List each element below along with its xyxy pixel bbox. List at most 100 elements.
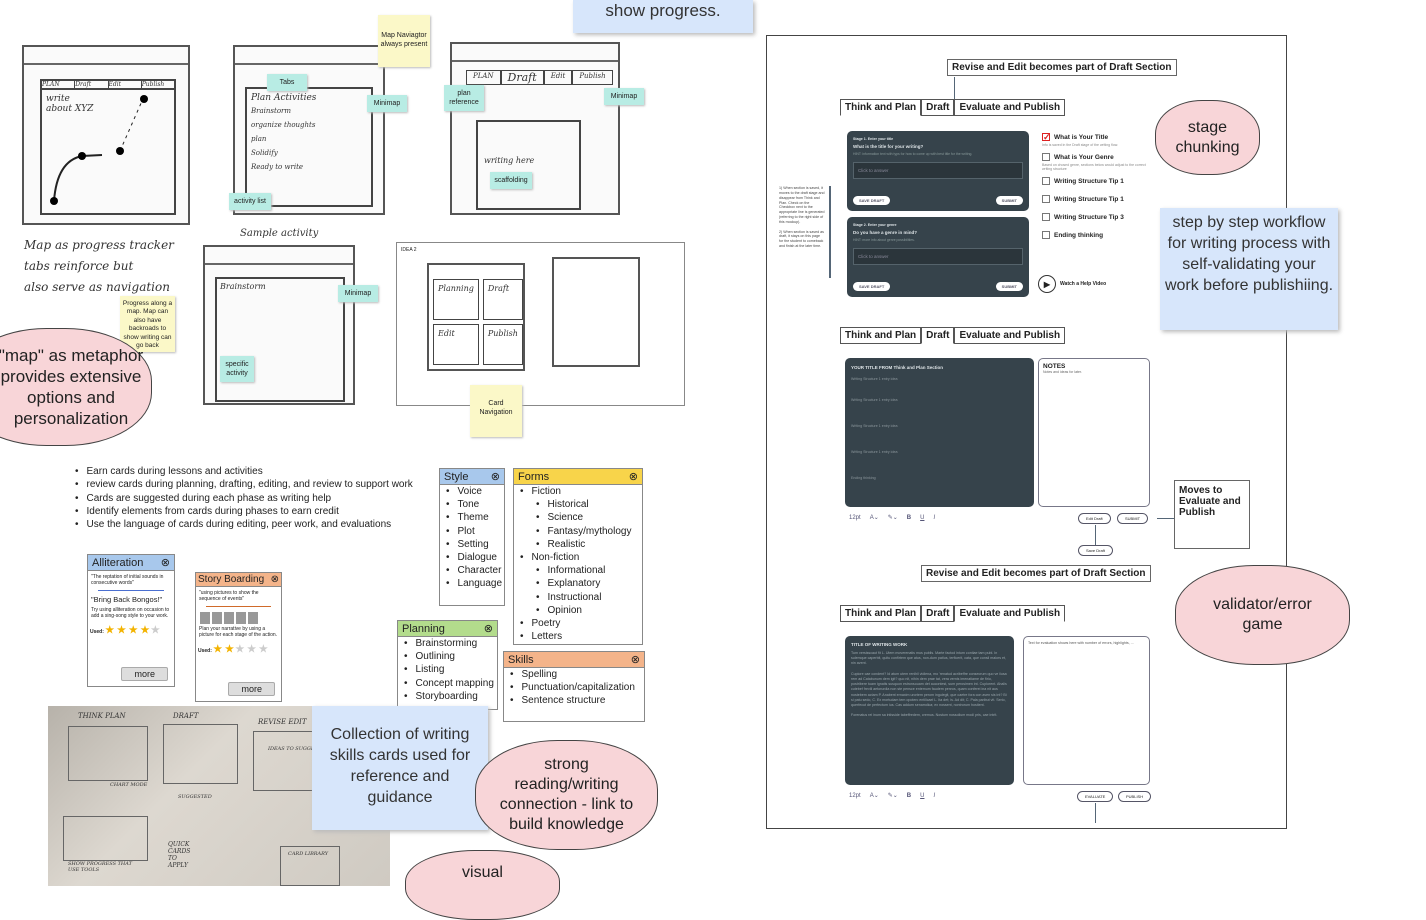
work-title: TITLE OF WRITING WORK xyxy=(851,642,908,647)
checklist-item[interactable]: Ending thinking xyxy=(1042,231,1152,249)
skills-card[interactable]: Skills ⊗ SpellingPunctuation/capitalizati… xyxy=(503,651,645,722)
edit-draft-button[interactable]: Edit Draft xyxy=(1078,513,1111,524)
draft-entry: Writing Structure 1 entry idea xyxy=(851,398,898,402)
notes-panel[interactable]: NOTES Notes and ideas for later. xyxy=(1038,358,1150,507)
card-bullets: Earn cards during lessons and activities… xyxy=(75,465,413,531)
card-definition: "The reptation of initial sounds in cons… xyxy=(91,574,164,586)
sketch-tab: Publish xyxy=(572,70,613,85)
planning-card[interactable]: Planning ⊗ BrainstormingOutliningListingC… xyxy=(397,620,498,710)
highlight-icon[interactable]: ✎⌄ xyxy=(888,514,898,521)
checkbox[interactable] xyxy=(1042,213,1050,221)
publish-button[interactable]: PUBLISH xyxy=(1118,791,1152,802)
card-list-item: Plot xyxy=(440,525,504,538)
style-card[interactable]: Style ⊗ VoiceToneThemePlotSettingDialogue… xyxy=(439,468,505,606)
tab-draft[interactable]: Draft xyxy=(921,327,955,344)
idea2-label: IDEA 2 xyxy=(401,247,417,253)
checkbox[interactable] xyxy=(1042,177,1050,185)
checklist-label: What is Your Genre xyxy=(1054,153,1114,161)
specific-activity-note: specific activity xyxy=(220,356,254,383)
submit-button[interactable]: SUBMIT xyxy=(1117,513,1149,524)
idea2-card: Planning xyxy=(433,279,479,320)
card-list-item: Science xyxy=(514,511,642,524)
checkbox[interactable] xyxy=(1042,231,1050,239)
text-color-icon[interactable]: A⌄ xyxy=(870,514,879,521)
card-list-item: Brainstorming xyxy=(398,637,497,650)
save-draft-button[interactable]: SAVE DRAFT xyxy=(853,282,891,291)
handwriting-line: Map as progress tracker xyxy=(24,238,174,252)
tab-think-and-plan[interactable]: Think and Plan xyxy=(840,327,922,344)
underline-icon[interactable]: U xyxy=(920,515,924,521)
compass-icon: ⊗ xyxy=(270,574,279,585)
forms-list: FictionHistoricalScienceFantasy/mytholog… xyxy=(514,485,642,643)
checkbox[interactable]: ✓ xyxy=(1042,133,1051,142)
save-draft-button[interactable]: SAVE DRAFT xyxy=(853,196,891,205)
card-tip: Plan your narrative by using a picture f… xyxy=(199,626,278,638)
bold-icon[interactable]: B xyxy=(907,515,911,521)
font-size-select[interactable]: 12pt xyxy=(849,793,861,799)
tab-evaluate-and-publish[interactable]: Evaluate and Publish xyxy=(954,327,1066,344)
sketch-plan-activities: Plan Activities Brainstorm organize thou… xyxy=(233,45,385,215)
tab-evaluate-and-publish[interactable]: Evaluate and Publish xyxy=(954,605,1066,622)
map-path-icon xyxy=(50,95,148,205)
photo-label: REVISE EDIT xyxy=(258,718,307,726)
format-toolbar: 12pt A⌄ ✎⌄ B U I xyxy=(849,792,935,800)
sketch-title: Brainstorm xyxy=(215,277,345,402)
highlight-icon[interactable]: ✎⌄ xyxy=(888,792,898,799)
checklist-item[interactable]: Writing Structure Tip 1 xyxy=(1042,177,1152,195)
checkbox[interactable] xyxy=(1042,153,1050,161)
more-button[interactable]: more xyxy=(228,682,275,696)
validator-cloud: validator/error game xyxy=(1175,565,1350,665)
scaffolding-note: scaffolding xyxy=(490,172,532,190)
submit-button[interactable]: SUBMIT xyxy=(995,282,1023,291)
sketch-item: Brainstorm xyxy=(251,107,292,115)
answer-input[interactable]: Click to answer xyxy=(853,162,1023,179)
checklist-note: Info is saved in the Draft stage of the … xyxy=(1042,143,1119,147)
card-list-item: Voice xyxy=(440,485,504,498)
tab-draft[interactable]: Draft xyxy=(921,605,955,622)
alliteration-card[interactable]: Alliteration ⊗ "The reptation of initial … xyxy=(87,554,175,687)
bullet-item: Cards are suggested during each phase as… xyxy=(75,492,413,505)
italic-icon[interactable]: I xyxy=(933,515,935,521)
tab-think-and-plan[interactable]: Think and Plan xyxy=(840,605,922,622)
checklist-item[interactable]: ✓ What is Your Title Info is saved in the … xyxy=(1042,133,1152,147)
submit-button[interactable]: SUBMIT xyxy=(995,196,1023,205)
checklist-item[interactable]: Writing Structure Tip 3 xyxy=(1042,213,1152,231)
evaluate-editor[interactable]: TITLE OF WRITING WORK Tum versisscaut fi… xyxy=(845,636,1014,785)
card-definition: "using pictures to show the sequence of … xyxy=(199,590,259,602)
checklist-note: Based on chosed genre, sections below wo… xyxy=(1042,163,1146,171)
more-button[interactable]: more xyxy=(121,667,168,681)
help-video-link[interactable]: ▶ Watch a Help Video xyxy=(1038,275,1106,293)
tabs-note: Tabs xyxy=(267,74,307,92)
forms-card[interactable]: Forms ⊗ FictionHistoricalScienceFantasy/m… xyxy=(513,468,643,645)
card-list-item: Concept mapping xyxy=(398,677,497,690)
checklist-item[interactable]: Writing Structure Tip 1 xyxy=(1042,195,1152,213)
answer-input[interactable]: Click to answer xyxy=(853,248,1023,265)
underline-icon[interactable]: U xyxy=(920,793,924,799)
tabs-draft: Think and Plan Draft Evaluate and Publis… xyxy=(840,327,1066,344)
photo-label: SHOW PROGRESS THAT USE TOOLS xyxy=(68,861,132,873)
tab-evaluate-and-publish[interactable]: Evaluate and Publish xyxy=(954,99,1066,116)
font-size-select[interactable]: 12pt xyxy=(849,515,861,521)
stage-hint: HINT: information text with typs for how… xyxy=(853,152,973,156)
card-list-item: Listing xyxy=(398,663,497,676)
checkbox[interactable] xyxy=(1042,195,1050,203)
tab-think-and-plan[interactable]: Think and Plan xyxy=(840,99,922,116)
tab-draft[interactable]: Draft xyxy=(921,99,955,116)
storyboard-frames xyxy=(196,608,281,626)
save-draft-button[interactable]: Save Draft xyxy=(1078,545,1113,556)
revise-callout: Revise and Edit becomes part of Draft Se… xyxy=(947,59,1177,76)
card-rating: Used: ★ ★ ★ ★ ★ xyxy=(90,625,160,636)
draft-editor[interactable]: YOUR TITLE FROM Think and Plan Section W… xyxy=(845,358,1034,507)
checklist-item[interactable]: What is Your Genre Based on chosed genre,… xyxy=(1042,153,1152,171)
bold-icon[interactable]: B xyxy=(907,793,911,799)
stage-question: Do you have a genre in mind? xyxy=(853,230,918,235)
bullet-item: review cards during planning, drafting, … xyxy=(75,478,413,491)
format-toolbar: 12pt A⌄ ✎⌄ B U I xyxy=(849,514,935,522)
storyboarding-card[interactable]: Story Boarding ⊗ "using pictures to show … xyxy=(195,572,282,702)
step-by-step-box: step by step workflow for writing proces… xyxy=(1160,208,1338,330)
notes-text: Notes and ideas for later. xyxy=(1043,370,1082,374)
evaluate-button[interactable]: EVALUATE xyxy=(1077,791,1114,802)
italic-icon[interactable]: I xyxy=(933,793,935,799)
visual-cloud: visual xyxy=(405,850,560,920)
text-color-icon[interactable]: A⌄ xyxy=(870,792,879,799)
